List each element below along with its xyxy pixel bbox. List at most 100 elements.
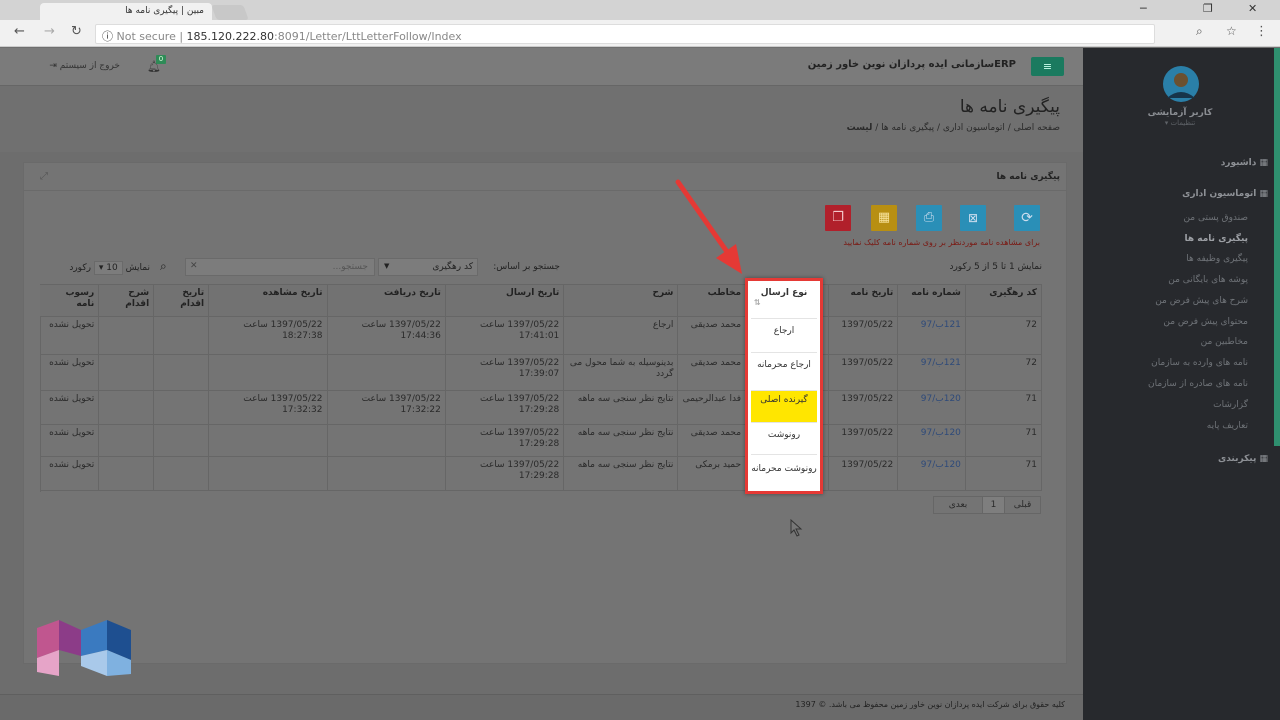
breadcrumb-home[interactable]: صفحه اصلی [1014, 123, 1060, 133]
sidebar-item[interactable]: محتوای پیش فرض من [1163, 317, 1248, 327]
page-title: پیگیری نامه ها [959, 97, 1060, 117]
page-header [0, 86, 1083, 152]
send-type-header[interactable]: نوع ارسال ⇅ [751, 287, 817, 319]
back-icon[interactable]: ← [14, 24, 25, 39]
sidebar-item-label: صندوق پستی من [1183, 213, 1248, 223]
print-button[interactable]: ⎙ [916, 205, 942, 231]
table-header-cell[interactable]: کد رهگیری [965, 285, 1042, 317]
copy-icon: ❐ [832, 210, 844, 225]
table-cell: 1397/05/22 ساعت 17:32:32 [209, 391, 328, 425]
table-cell: حمید برمکی [678, 457, 747, 491]
url-host: 185.120.222.80 [186, 30, 275, 43]
table-header-cell[interactable]: تاریخ مشاهده [209, 285, 328, 317]
table-header-cell[interactable]: شماره نامه [898, 285, 966, 317]
star-icon[interactable]: ☆ [1226, 24, 1237, 38]
table-header-cell[interactable]: شرح [564, 285, 679, 317]
zoom-icon[interactable]: ⌕ [1196, 24, 1203, 39]
close-icon[interactable]: ✕ [1248, 2, 1257, 15]
search-input[interactable]: جستجو... ✕ [185, 258, 375, 276]
table-header-cell[interactable]: شرح اقدام [99, 285, 155, 317]
click-hint: برای مشاهده نامه موردنظر بر روی شماره نا… [843, 238, 1040, 247]
page-size-select[interactable]: 10 ▾ [93, 261, 123, 275]
reload-icon[interactable]: ↻ [71, 24, 82, 39]
menu-toggle-icon[interactable]: ≡ [1031, 57, 1064, 76]
table-cell [209, 355, 328, 391]
table-header-cell[interactable]: تاریخ دریافت [327, 285, 446, 317]
send-type-header-label: نوع ارسال [760, 288, 808, 298]
table-header-cell[interactable]: تاریخ اقدام [154, 285, 210, 317]
url-input[interactable]: ⓘ Not secure | 185.120.222.80:8091/Lette… [95, 24, 1155, 44]
prev-page-button[interactable]: قبلی [1004, 497, 1040, 513]
sidebar-item[interactable]: نامه های صادره از سازمان [1148, 379, 1248, 389]
sidebar-item[interactable]: نامه های وارده به سازمان [1151, 358, 1248, 368]
table-cell: 71 [965, 425, 1042, 457]
menu-icon[interactable]: ⋮ [1255, 24, 1268, 39]
sidebar-item[interactable]: ▦ داشبورد [1221, 158, 1268, 168]
search-by-select[interactable]: کد رهگیری ▼ [378, 258, 478, 276]
breadcrumb: صفحه اصلی / اتوماسیون اداری / پیگیری نام… [846, 123, 1060, 133]
send-type-option-confidential-referral[interactable]: ارجاع محرمانه [751, 355, 817, 391]
next-page-button[interactable]: بعدی [934, 497, 982, 513]
table-header-cell[interactable]: رسوب نامه [40, 285, 100, 317]
sidebar-item[interactable]: صندوق پستی من [1183, 213, 1248, 223]
watermark-logo [37, 620, 131, 676]
letter-number-link[interactable]: 121ب/97 [898, 355, 966, 391]
table-cell: 1397/05/22 [828, 425, 899, 457]
sidebar-item[interactable]: شرح های پیش فرض من [1155, 296, 1248, 306]
not-secure-label: Not secure [116, 30, 176, 43]
footer-text: کلیه حقوق برای شرکت ایده پردازان نوین خا… [795, 700, 1065, 709]
logout-link[interactable]: خروج از سیستم ⇥ [22, 61, 120, 71]
letter-number-link[interactable]: 121ب/97 [898, 317, 966, 355]
send-type-option-referral[interactable]: ارجاع [751, 321, 817, 353]
divider [24, 190, 1066, 191]
send-type-option-copy[interactable]: رونوشت [751, 425, 817, 455]
refresh-button[interactable]: ⟳ [1014, 205, 1040, 231]
table-cell: تحویل نشده [40, 317, 100, 355]
new-tab-button[interactable] [211, 5, 249, 20]
search-icon[interactable]: ⌕ [160, 259, 167, 274]
send-type-option-confidential-copy[interactable]: رونوشت محرمانه [751, 459, 817, 491]
page-size-value: 10 [106, 263, 118, 273]
user-name: کاربر آزمایشی [1147, 108, 1213, 118]
expand-icon[interactable]: ⤢ [40, 171, 48, 182]
letter-number-link[interactable]: 120ب/97 [898, 391, 966, 425]
letter-number-link[interactable]: 120ب/97 [898, 425, 966, 457]
table-cell: 1397/05/22 ساعت 17:39:07 [445, 355, 565, 391]
table-cell: 72 [965, 355, 1042, 391]
table-cell [99, 457, 155, 491]
settings-link[interactable]: تنظیمات ▾ [1140, 119, 1220, 127]
sidebar-item[interactable]: ▦ پیکربندی [1218, 454, 1268, 464]
letter-number-link[interactable]: 120ب/97 [898, 457, 966, 491]
sidebar-item[interactable]: پیگیری نامه ها [1185, 234, 1248, 244]
table-cell: محمد صدیقی [678, 355, 747, 391]
sidebar-item-label: شرح های پیش فرض من [1155, 296, 1248, 306]
sidebar-item[interactable]: ▦ اتوماسیون اداری [1182, 189, 1268, 199]
columns-button[interactable]: ▦ [871, 205, 897, 231]
sidebar-item[interactable]: گزارشات [1213, 400, 1248, 410]
sidebar-item[interactable]: پیگیری وظیفه ها [1186, 254, 1248, 264]
sidebar-item[interactable]: مخاطبین من [1201, 337, 1248, 347]
excel-button[interactable]: ⊠ [960, 205, 986, 231]
breadcrumb-automation[interactable]: اتوماسیون اداری [943, 123, 1005, 133]
sidebar-scrollbar[interactable] [1274, 48, 1280, 446]
sidebar-item[interactable]: تعاریف پایه [1207, 421, 1248, 431]
restore-icon[interactable]: ❐ [1203, 2, 1213, 15]
sidebar-item[interactable]: پوشه های بایگانی من [1168, 275, 1248, 285]
table-header-cell[interactable]: تاریخ ارسال [445, 285, 565, 317]
minimize-icon[interactable]: ─ [1140, 2, 1147, 15]
forward-icon[interactable]: → [44, 24, 55, 39]
table-cell: محمد صدیقی [678, 425, 747, 457]
sidebar-item-label: داشبورد [1220, 158, 1257, 168]
send-type-option-main-recipient[interactable]: گیرنده اصلی [751, 391, 817, 423]
sidebar-item-label: پیگیری نامه ها [1184, 234, 1248, 244]
table-header-cell[interactable]: تاریخ نامه [828, 285, 899, 317]
sort-icon: ⇅ [754, 298, 761, 307]
browser-tab[interactable]: مبین | پیگیری نامه ها [40, 3, 212, 20]
excel-icon: ⊠ [967, 211, 979, 225]
page-1-button[interactable]: 1 [982, 497, 1004, 513]
breadcrumb-follow[interactable]: پیگیری نامه ها [881, 123, 934, 133]
clear-icon[interactable]: ✕ [190, 261, 198, 271]
table-header-cell[interactable]: مخاطب [678, 285, 747, 317]
avatar [1163, 66, 1199, 102]
copy-button[interactable]: ❐ [825, 205, 851, 231]
